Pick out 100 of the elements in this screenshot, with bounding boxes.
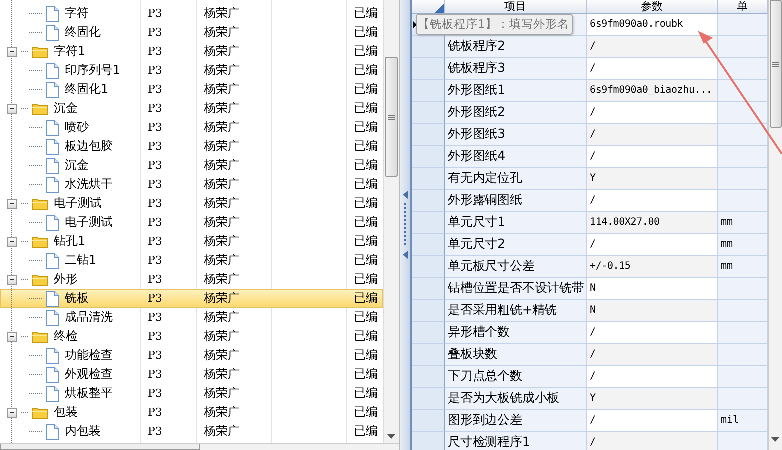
folder-icon <box>32 273 48 286</box>
row-header[interactable] <box>412 300 445 322</box>
tree-row[interactable]: 铣板 P3 杨荣广 已编 <box>0 289 384 308</box>
value-cell[interactable]: 114.00X27.00 <box>587 212 718 234</box>
status-cell-text: 已编 <box>353 233 379 250</box>
horizontal-scrollbar[interactable] <box>0 443 399 450</box>
tree-row[interactable]: 沉金 P3 杨荣广 已编 <box>0 99 384 118</box>
collapse-toggle[interactable] <box>7 198 17 208</box>
value-cell[interactable]: / <box>587 36 718 58</box>
tree-row[interactable]: 烘板整平 P3 杨荣广 已编 <box>0 384 384 403</box>
value-cell[interactable]: / <box>587 124 718 146</box>
row-header[interactable] <box>412 410 445 432</box>
column-header[interactable]: 参数 <box>587 0 718 14</box>
collapse-toggle[interactable] <box>7 104 17 114</box>
document-icon <box>46 214 59 230</box>
collapse-toggle[interactable] <box>7 408 17 418</box>
tree-row[interactable]: 终检 P3 杨荣广 已编 <box>0 327 384 346</box>
scrollbar-thumb[interactable] <box>0 444 200 450</box>
tree-row[interactable]: 内包装 P3 杨荣广 已编 <box>0 422 384 441</box>
unit-cell <box>718 102 768 124</box>
tree-row[interactable]: 板边包胶 P3 杨荣广 已编 <box>0 137 384 156</box>
grip-icon <box>772 62 779 66</box>
value-cell[interactable]: 6s9fm090a0_biaozhu... <box>587 80 718 102</box>
collapse-toggle[interactable] <box>7 332 17 342</box>
row-header[interactable] <box>412 234 445 256</box>
tree-row[interactable]: 字符1 P3 杨荣广 已编 <box>0 42 384 61</box>
version-cell-text: P3 <box>147 64 164 77</box>
collapse-toggle[interactable] <box>7 46 17 56</box>
row-header[interactable] <box>412 102 445 124</box>
tree-row[interactable]: 电子测试 P3 杨荣广 已编 <box>0 194 384 213</box>
row-header[interactable] <box>412 168 445 190</box>
tree-row[interactable]: 外观检查 P3 杨荣广 已编 <box>0 365 384 384</box>
row-header[interactable] <box>412 322 445 344</box>
row-header[interactable] <box>412 146 445 168</box>
scrollbar-thumb[interactable] <box>385 57 398 177</box>
status-cell-text: 已编 <box>353 347 379 364</box>
tree-row[interactable]: 字符 P3 杨荣广 已编 <box>0 4 384 23</box>
row-header[interactable] <box>412 124 445 146</box>
status-cell-text: 已编 <box>353 271 379 288</box>
tree-item-label: 功能检查 <box>65 347 113 364</box>
person-cell-text: 杨荣广 <box>203 5 241 22</box>
collapse-toggle[interactable] <box>7 236 17 246</box>
tree-item-label: 字符1 <box>54 43 86 60</box>
tree-row[interactable]: 外形 P3 杨荣广 已编 <box>0 270 384 289</box>
scroll-arrow-icon[interactable] <box>771 437 780 442</box>
tree-row[interactable]: 印序列号1 P3 杨荣广 已编 <box>0 61 384 80</box>
document-icon <box>46 348 59 364</box>
value-cell[interactable]: Y <box>587 168 718 190</box>
row-header[interactable] <box>412 58 445 80</box>
tree-item-label: 沉金 <box>54 100 78 117</box>
version-cell-text: P3 <box>147 102 164 115</box>
person-cell-text: 杨荣广 <box>203 176 241 193</box>
tree-item-label: 喷砂 <box>65 119 89 136</box>
tree-row[interactable]: 喷砂 P3 杨荣广 已编 <box>0 118 384 137</box>
value-cell[interactable]: +/-0.15 <box>587 256 718 278</box>
tree-row[interactable]: 成品清洗 P3 杨荣广 已编 <box>0 308 384 327</box>
value-cell[interactable]: / <box>587 432 718 450</box>
row-header[interactable] <box>412 190 445 212</box>
value-cell[interactable]: Y <box>587 388 718 410</box>
collapse-left-icon[interactable] <box>402 251 408 259</box>
column-header[interactable]: 项目 <box>445 0 587 14</box>
value-cell[interactable]: N <box>587 300 718 322</box>
vertical-scrollbar[interactable] <box>383 0 399 443</box>
tree-row[interactable]: 功能检查 P3 杨荣广 已编 <box>0 346 384 365</box>
tree-item-label: 外观检查 <box>65 366 113 383</box>
tree-row[interactable]: 钻孔1 P3 杨荣广 已编 <box>0 232 384 251</box>
tree-row[interactable]: 水洗烘干 P3 杨荣广 已编 <box>0 175 384 194</box>
tree-row[interactable]: 终固化 P3 杨荣广 已编 <box>0 23 384 42</box>
row-header[interactable] <box>412 278 445 300</box>
status-cell-text: 已编 <box>353 24 379 41</box>
row-header[interactable] <box>412 36 445 58</box>
column-header[interactable]: 单 <box>718 0 768 14</box>
tree-item-label: 终检 <box>54 328 78 345</box>
collapse-left-icon[interactable] <box>402 191 408 199</box>
status-cell-text: 已编 <box>353 328 379 345</box>
tree-row[interactable]: 沉金 P3 杨荣广 已编 <box>0 156 384 175</box>
tree-row[interactable]: 包装 P3 杨荣广 已编 <box>0 403 384 422</box>
person-cell-text: 杨荣广 <box>203 252 241 269</box>
tree-row[interactable]: 二钻1 P3 杨荣广 已编 <box>0 251 384 270</box>
version-cell-text: P3 <box>147 140 164 153</box>
row-header[interactable] <box>412 344 445 366</box>
scrollbar-thumb[interactable] <box>770 0 782 128</box>
tree-item-label: 二钻1 <box>65 252 97 269</box>
collapse-toggle[interactable] <box>7 274 17 284</box>
tree-row[interactable]: 终固化1 P3 杨荣广 已编 <box>0 80 384 99</box>
value-cell[interactable]: / <box>587 344 718 366</box>
version-cell-text: P3 <box>147 368 164 381</box>
vertical-scrollbar[interactable] <box>768 0 782 450</box>
splitter-grip-icon[interactable] <box>404 203 406 247</box>
tree-item-label: 包装 <box>54 404 78 421</box>
row-header[interactable] <box>412 256 445 278</box>
row-header[interactable] <box>412 80 445 102</box>
item-cell: 异形槽个数 <box>445 322 587 344</box>
row-header[interactable] <box>412 366 445 388</box>
corner-triangle-icon[interactable] <box>435 4 444 13</box>
row-header[interactable] <box>412 212 445 234</box>
scroll-arrow-icon[interactable] <box>387 434 396 439</box>
row-header[interactable] <box>412 388 445 410</box>
tree-row[interactable]: 电子测试 P3 杨荣广 已编 <box>0 213 384 232</box>
row-header[interactable] <box>412 432 445 450</box>
